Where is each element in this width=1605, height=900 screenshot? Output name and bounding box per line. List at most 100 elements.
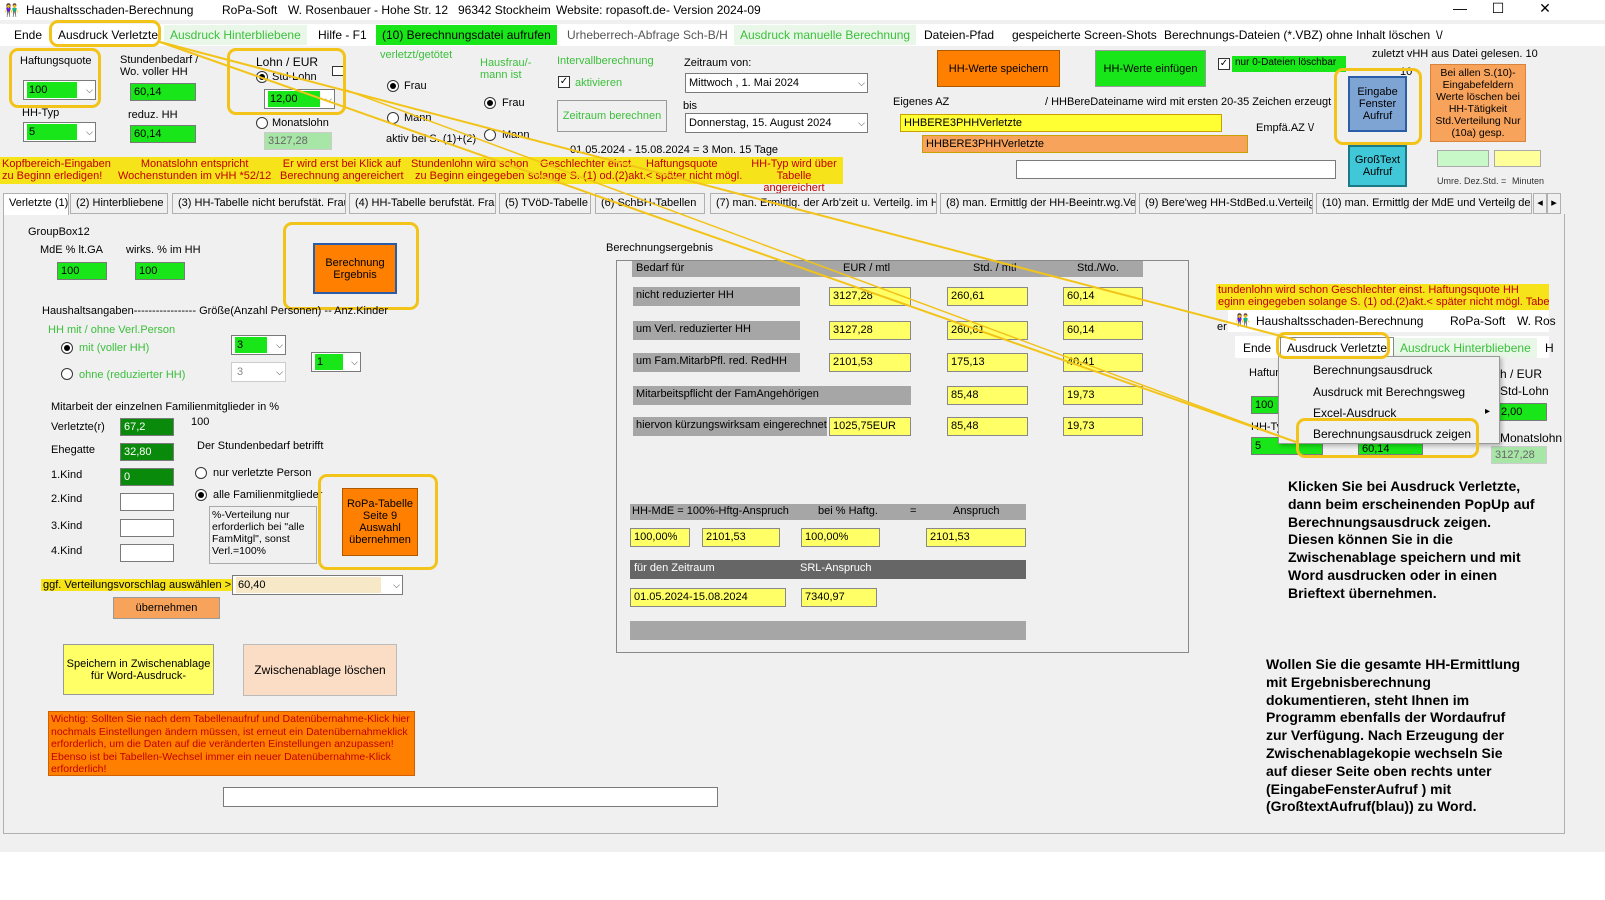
tab-bereweg[interactable]: (9) Bere'weg HH-StdBed.u.Verteilg. — [1139, 193, 1313, 214]
popup-excel-ausdruck[interactable]: Excel-Ausdruck — [1313, 406, 1396, 420]
stdlohn-radio[interactable] — [256, 71, 268, 83]
menu-ausdruck-hinterbliebene[interactable]: Ausdruck Hinterbliebene — [164, 25, 307, 45]
ohne-radio[interactable] — [61, 368, 73, 380]
zoom-menu-ausdruck-hinterbliebene[interactable]: Ausdruck Hinterbliebene — [1394, 338, 1537, 358]
intervall-checkbox[interactable]: ✓ — [558, 76, 570, 88]
mit-radio[interactable] — [61, 342, 73, 354]
menu-ende[interactable]: Ende — [8, 25, 48, 45]
monatslohn-radio[interactable] — [256, 117, 268, 129]
maximize-button[interactable]: ☐ — [1483, 0, 1513, 17]
close-button[interactable]: ✕ — [1530, 0, 1560, 17]
tab-man-ermittlung-mde[interactable]: (10) man. Ermittlg der MdE und Verteilg … — [1316, 193, 1532, 214]
menu-screenshots[interactable]: gespeicherte Screen-Shots — [1006, 25, 1163, 45]
minimize-button[interactable]: — — [1445, 0, 1475, 16]
tab-tvoed[interactable]: (5) TVöD-Tabelle — [499, 193, 591, 214]
hausfrau-label: Hausfrau/-mann ist — [480, 57, 532, 81]
wirks-field[interactable]: 100 — [135, 262, 185, 280]
hausfrau-mann-radio[interactable] — [484, 129, 496, 141]
tab-verletzte[interactable]: Verletzte (1) — [3, 193, 69, 215]
bottom-text-field[interactable] — [223, 787, 718, 807]
hausfrau-frau-radio[interactable] — [484, 97, 496, 109]
hh-werte-speichern-button[interactable]: HH-Werte speichern — [937, 50, 1060, 87]
tab-man-ermittlung-hh[interactable]: (8) man. Ermittlg der HH-Beeintr.wg.Verl… — [940, 193, 1136, 214]
tab-schbh[interactable]: (6) SchBH-Tabellen — [595, 193, 705, 214]
alle-fam-radio[interactable] — [195, 489, 207, 501]
mde-field[interactable]: 100 — [57, 262, 107, 280]
zoom-menu-h[interactable]: H — [1539, 338, 1560, 358]
groesse2-select[interactable]: 3 ⌵ — [231, 362, 286, 382]
mit-label: mit (voller HH) — [79, 342, 150, 354]
kind1-field[interactable]: 0 — [120, 468, 174, 486]
verletzt-frau-label: Frau — [404, 80, 427, 92]
tab-man-ermittlung-arbzeit[interactable]: (7) man. Ermittlg. der Arb'zeit u. Verte… — [710, 193, 937, 214]
hh-werte-einfuegen-button[interactable]: HH-Werte einfügen — [1095, 50, 1206, 87]
menu-urheberrecht[interactable]: Urheberrech-Abfrage Sch-B/H — [561, 25, 734, 45]
stdlohn-checkbox[interactable] — [332, 66, 346, 76]
tab-hh-tabelle-nicht-berufstaetig[interactable]: (3) HH-Tabelle nicht berufstät. Frau — [172, 193, 346, 214]
zeitraum-von-picker[interactable]: Mittwoch , 1. Mai 2024 ⌵ — [685, 73, 868, 93]
info-line: Monatslohn entspricht — [140, 158, 249, 170]
kind3-field[interactable] — [120, 519, 174, 537]
info-strip: Kopfbereich-Eingaben zu Beginn erledigen!… — [0, 157, 843, 194]
hhtyp-select[interactable]: 5 ⌵ — [23, 122, 96, 142]
kind4-field[interactable] — [120, 544, 174, 562]
az2-field[interactable]: HHBERE3PHHVerletzte — [922, 135, 1248, 153]
zwischenablage-loeschen-button[interactable]: Zwischenablage löschen — [243, 644, 397, 696]
tab-hh-tabelle-berufstaetig[interactable]: (4) HH-Tabelle berufstät. Frau — [349, 193, 496, 214]
zoom-menu-ausdruck-verletzte[interactable]: Ausdruck Verletzte — [1280, 337, 1395, 357]
eingabe-fenster-button[interactable]: Eingabe Fenster Aufruf — [1348, 76, 1407, 132]
zoom-menu-ende[interactable]: Ende — [1237, 338, 1277, 358]
az1-field[interactable]: HHBERE3PHHVerletzte — [900, 114, 1222, 132]
dezstd-field[interactable] — [1494, 150, 1541, 167]
kinder-select[interactable]: 1 ⌵ — [311, 352, 361, 372]
menu-dateien-pfad[interactable]: Dateien-Pfad — [918, 25, 1000, 45]
stundenbedarf-field[interactable]: 60,14 — [130, 83, 196, 101]
tab-scroll-left-icon[interactable]: ◂ — [1533, 193, 1547, 214]
kind2-field[interactable] — [120, 493, 174, 511]
verteilung-note: %-Verteilung nur erforderlich bei "alle … — [209, 506, 317, 564]
nur-verletzte-radio[interactable] — [195, 467, 207, 479]
company-name: RoPa-Soft — [222, 3, 278, 17]
umre-field[interactable] — [1437, 150, 1489, 167]
menu-more[interactable]: \/ — [1430, 25, 1449, 45]
menu-ausdruck-manuell[interactable]: Ausdruck manuelle Berechnung — [734, 25, 917, 45]
zoom-strip-top: tundenlohn wird schon Geschlechter einst… — [1218, 284, 1519, 296]
vorschlag-select[interactable]: 60,40 ⌵ — [232, 575, 403, 595]
menu-vbz-loeschen[interactable]: Berechnungs-Dateien (*.VBZ) ohne Inhalt … — [1158, 25, 1436, 45]
stdlohn-select[interactable]: 12,00 ⌵ — [264, 89, 335, 109]
grosstext-button[interactable]: GroßText Aufruf — [1348, 145, 1407, 187]
zoom-haftu-label: Haftun — [1249, 367, 1282, 379]
menu-ausdruck-verletzte[interactable]: Ausdruck Verletzte — [52, 25, 164, 45]
reduz-field[interactable]: 60,14 — [130, 125, 196, 143]
speichern-zwischenablage-button[interactable]: Speichern in Zwischenablage für Word-Aus… — [63, 644, 214, 695]
popup-berechnungsausdruck-zeigen[interactable]: Berechnungsausdruck zeigen — [1313, 427, 1471, 441]
empfa-field[interactable] — [1016, 160, 1336, 179]
nur0-checkbox[interactable]: ✓ — [1218, 58, 1230, 70]
popup-berechnungsausdruck[interactable]: Berechnungsausdruck — [1313, 363, 1432, 377]
verletzt-mann-radio[interactable] — [387, 112, 399, 124]
zoom-haftung-field: 100 — [1251, 396, 1279, 414]
zeitraum-von-label: Zeitraum von: — [684, 57, 752, 69]
result-cell-std: 85,48 — [947, 386, 1028, 405]
tab-scroll-right-icon[interactable]: ▸ — [1547, 193, 1561, 214]
monatslohn-field[interactable]: 3127,28 — [264, 132, 332, 150]
haftungsquote-select[interactable]: 100 ⌵ — [23, 80, 96, 100]
verletzte-field[interactable]: 67,2 — [120, 418, 174, 436]
zeitraum-von-value: Mittwoch , 1. Mai 2024 — [689, 77, 800, 89]
ropa-tabelle-button[interactable]: RoPa-Tabelle Seite 9 Auswahl übernehmen — [342, 488, 418, 556]
result-cell-std: 260,61 — [947, 321, 1028, 340]
menu-hilfe[interactable]: Hilfe - F1 — [312, 25, 373, 45]
tab-hinterbliebene[interactable]: (2) Hinterbliebene — [70, 193, 168, 214]
verletzt-frau-radio[interactable] — [387, 80, 399, 92]
zoom-monatslohn-field: 3127,28 — [1491, 446, 1547, 464]
menu-bar: Ende Ausdruck Verletzte Ausdruck Hinterb… — [0, 24, 1605, 46]
groesse-select[interactable]: 3 ⌵ — [231, 335, 286, 355]
zeitraum-berechnen-button[interactable]: Zeitraum berechnen — [557, 100, 667, 132]
uebernehmen-button[interactable]: übernehmen — [113, 597, 220, 619]
ehegatte-field[interactable]: 32,80 — [120, 443, 174, 461]
berechnung-ergebnis-button[interactable]: Berechnung Ergebnis — [313, 243, 397, 294]
popup-ausdruck-berechngsweg[interactable]: Ausdruck mit Berechngsweg — [1313, 385, 1465, 399]
menu-berechnungsdatei[interactable]: (10) Berechnungsdatei aufrufen — [376, 25, 557, 45]
ausdruck-popup-menu: Berechnungsausdruck Ausdruck mit Berechn… — [1278, 356, 1500, 444]
zeitraum-bis-picker[interactable]: Donnerstag, 15. August 2024 ⌵ — [685, 113, 868, 133]
